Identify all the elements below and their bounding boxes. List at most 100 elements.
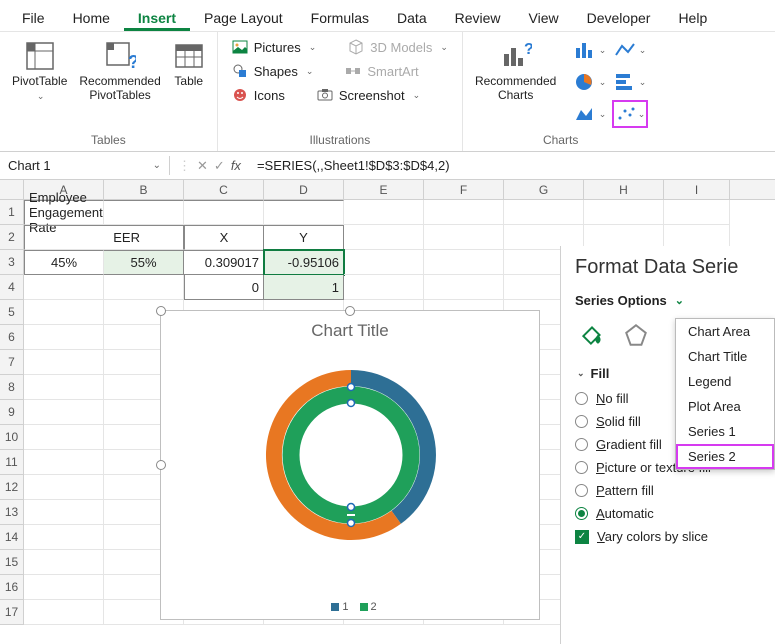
cell-D4[interactable]: 1 [264, 275, 344, 300]
row-header[interactable]: 5 [0, 300, 24, 325]
menu-home[interactable]: Home [59, 4, 124, 31]
col-header-h[interactable]: H [584, 180, 664, 199]
row-header[interactable]: 17 [0, 600, 24, 625]
cell-D1[interactable] [264, 200, 344, 225]
cell-A9[interactable] [24, 400, 104, 425]
cell-C1[interactable] [184, 200, 264, 225]
row-header[interactable]: 12 [0, 475, 24, 500]
cell-A15[interactable] [24, 550, 104, 575]
shapes-button[interactable]: Shapes⌄ [228, 60, 318, 82]
chart-object[interactable]: Chart Title 1 2 [160, 310, 540, 620]
vary-colors-checkbox[interactable]: ✓Vary colors by slice [575, 525, 775, 548]
cell-D2[interactable]: Y [264, 225, 344, 250]
menu-legend[interactable]: Legend [676, 369, 774, 394]
cell-E1[interactable] [344, 200, 424, 225]
row-header[interactable]: 13 [0, 500, 24, 525]
row-header[interactable]: 8 [0, 375, 24, 400]
cell-A11[interactable] [24, 450, 104, 475]
screenshot-button[interactable]: Screenshot⌄ [313, 84, 424, 106]
chart-title[interactable]: Chart Title [161, 311, 539, 345]
cell-A3[interactable]: 45% [24, 250, 104, 275]
row-header[interactable]: 4 [0, 275, 24, 300]
name-box[interactable]: Chart 1⌄ [0, 156, 170, 175]
fill-option-5[interactable]: Automatic [575, 502, 775, 525]
table-button[interactable]: Table [171, 36, 207, 107]
cell-I1[interactable] [664, 200, 730, 225]
cell-H1[interactable] [584, 200, 664, 225]
row-header[interactable]: 6 [0, 325, 24, 350]
menu-view[interactable]: View [515, 4, 573, 31]
select-all-corner[interactable] [0, 180, 24, 199]
cell-C4[interactable]: 0 [184, 275, 264, 300]
menu-file[interactable]: File [8, 4, 59, 31]
cell-A4[interactable] [24, 275, 104, 300]
menu-formulas[interactable]: Formulas [297, 4, 383, 31]
cell-B1[interactable] [104, 200, 184, 225]
cell-A13[interactable] [24, 500, 104, 525]
pivottable-button[interactable]: PivotTable⌄ [10, 36, 69, 107]
menu-help[interactable]: Help [664, 4, 721, 31]
menu-pagelayout[interactable]: Page Layout [190, 4, 297, 31]
fill-option-4[interactable]: Pattern fill [575, 479, 775, 502]
pie-chart-button[interactable]: ⌄ [572, 68, 608, 96]
series-options-dropdown[interactable]: Series Options⌄ [575, 293, 775, 308]
row-header[interactable]: 15 [0, 550, 24, 575]
bar-chart-button[interactable]: ⌄ [612, 68, 648, 96]
cell-F2[interactable] [424, 225, 504, 250]
cell-E4[interactable] [344, 275, 424, 300]
cell-D3[interactable]: -0.95106 [264, 250, 344, 275]
cell-A10[interactable] [24, 425, 104, 450]
menu-chart-area[interactable]: Chart Area [676, 319, 774, 344]
cell-A8[interactable] [24, 375, 104, 400]
resize-handle[interactable] [156, 306, 166, 316]
chevron-down-icon[interactable]: ⌄ [153, 160, 161, 171]
cell-C3[interactable]: 0.309017 [184, 250, 264, 275]
recommended-charts-button[interactable]: ? Recommended Charts [473, 36, 558, 128]
menu-review[interactable]: Review [441, 4, 515, 31]
col-header-f[interactable]: F [424, 180, 504, 199]
cell-A5[interactable] [24, 300, 104, 325]
enter-icon[interactable]: ✓ [214, 158, 225, 174]
cell-C2[interactable]: X [184, 225, 264, 250]
row-header[interactable]: 9 [0, 400, 24, 425]
cell-A12[interactable] [24, 475, 104, 500]
smartart-button[interactable]: SmartArt [341, 60, 422, 82]
menu-chart-title[interactable]: Chart Title [676, 344, 774, 369]
formula-input[interactable]: =SERIES(,,Sheet1!$D$3:$D$4,2) [249, 156, 775, 175]
effects-tab[interactable] [619, 318, 653, 352]
row-header[interactable]: 14 [0, 525, 24, 550]
line-chart-button[interactable]: ⌄ [612, 36, 648, 64]
pictures-button[interactable]: Pictures⌄ [228, 36, 321, 58]
cell-A16[interactable] [24, 575, 104, 600]
cell-E3[interactable] [344, 250, 424, 275]
doughnut-chart[interactable] [161, 345, 541, 585]
menu-series-2[interactable]: Series 2 [676, 444, 774, 469]
cell-E2[interactable] [344, 225, 424, 250]
row-header[interactable]: 2 [0, 225, 24, 250]
row-header[interactable]: 7 [0, 350, 24, 375]
recommended-pivottables-button[interactable]: ? Recommended PivotTables [77, 36, 162, 107]
cell-A1[interactable]: Employee Engagement Rate [24, 200, 104, 225]
cancel-icon[interactable]: ✕ [197, 158, 208, 174]
row-header[interactable]: 11 [0, 450, 24, 475]
menu-insert[interactable]: Insert [124, 4, 190, 31]
icons-button[interactable]: Icons [228, 84, 289, 106]
area-chart-button[interactable]: ⌄ [572, 100, 608, 128]
col-header-d[interactable]: D [264, 180, 344, 199]
cell-B4[interactable] [104, 275, 184, 300]
col-header-e[interactable]: E [344, 180, 424, 199]
resize-handle[interactable] [156, 460, 166, 470]
fx-icon[interactable]: fx [231, 158, 241, 173]
resize-handle[interactable] [345, 306, 355, 316]
menu-series-1[interactable]: Series 1 [676, 419, 774, 444]
row-header[interactable]: 1 [0, 200, 24, 225]
cell-G1[interactable] [504, 200, 584, 225]
cell-F3[interactable] [424, 250, 504, 275]
cell-F4[interactable] [424, 275, 504, 300]
scatter-chart-button[interactable]: ⌄ [612, 100, 648, 128]
menu-data[interactable]: Data [383, 4, 441, 31]
col-header-b[interactable]: B [104, 180, 184, 199]
row-header[interactable]: 16 [0, 575, 24, 600]
menu-plot-area[interactable]: Plot Area [676, 394, 774, 419]
column-chart-button[interactable]: ⌄ [572, 36, 608, 64]
